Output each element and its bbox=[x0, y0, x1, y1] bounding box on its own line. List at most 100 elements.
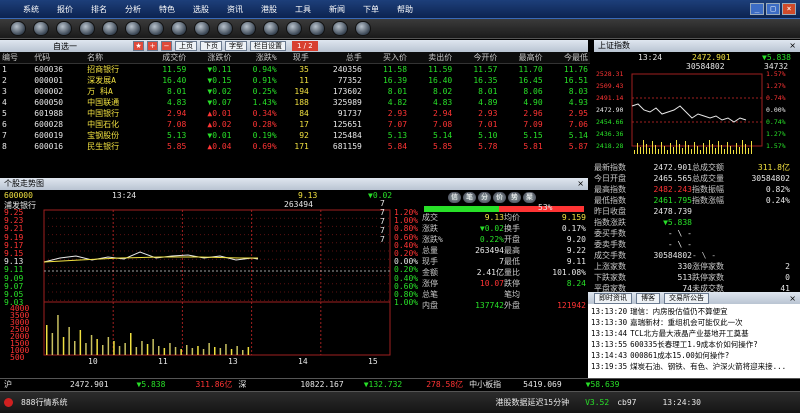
menu-item[interactable]: 新闻 bbox=[320, 4, 354, 15]
maximize-icon[interactable]: □ bbox=[766, 3, 780, 15]
menu-item[interactable]: 港股 bbox=[252, 4, 286, 15]
kline-icon[interactable] bbox=[125, 21, 141, 36]
column-header[interactable]: 现手 bbox=[278, 52, 311, 64]
news-time: 13:14:43 bbox=[591, 351, 628, 360]
quote-icon[interactable] bbox=[79, 21, 95, 36]
delete-icon[interactable]: − bbox=[161, 41, 172, 51]
quote-cell-no: 2 bbox=[2, 76, 7, 85]
menu-item[interactable]: 系统 bbox=[14, 4, 48, 15]
intraday-chart[interactable]: 600000 浦发银行 13:24 9.13 263494 ▼0.02 9.25… bbox=[0, 190, 420, 378]
back-icon[interactable] bbox=[10, 21, 26, 36]
column-header[interactable]: 总手 bbox=[310, 52, 364, 64]
column-header[interactable]: 名称 bbox=[85, 52, 144, 64]
column-header[interactable]: 涨跌价 bbox=[188, 52, 234, 64]
news-item[interactable]: 13:13:20 瑞信：内房股估值仍不算便宜 bbox=[591, 306, 797, 317]
volume-bar bbox=[102, 345, 104, 355]
close-icon[interactable]: × bbox=[782, 3, 796, 15]
volume-bar bbox=[96, 339, 98, 355]
menu-item[interactable]: 下单 bbox=[354, 4, 388, 15]
close-icon[interactable]: × bbox=[577, 178, 584, 190]
quote-cell-chg: ▼0.02 bbox=[207, 87, 232, 96]
quote-cell-chg: ▼0.15 bbox=[207, 76, 232, 85]
info-label: 涨跌% bbox=[422, 235, 443, 244]
column-header[interactable]: 涨跌% bbox=[233, 52, 279, 64]
home-icon[interactable] bbox=[56, 21, 72, 36]
news-icon[interactable] bbox=[171, 21, 187, 36]
info-icon[interactable] bbox=[148, 21, 164, 36]
close-icon[interactable]: × bbox=[789, 40, 796, 52]
quote-cell-vol: 188 bbox=[294, 98, 309, 107]
rank-icon[interactable] bbox=[194, 21, 210, 36]
news-tab[interactable]: 博客 bbox=[636, 292, 660, 304]
news-item[interactable]: 13:13:44 TCL北方最大液晶产业基地开工奠基 bbox=[591, 328, 797, 339]
news-item[interactable]: 13:14:43 000861成本15.00如何操作? bbox=[591, 350, 797, 361]
info-value: 0.17% bbox=[561, 224, 586, 233]
quote-row[interactable]: 5 601988 中国银行 2.94 ▲0.01 0.34% 84 91737 2.93 2.94… bbox=[0, 108, 590, 119]
news-item[interactable]: 13:13:55 600335长春理工1.9成本价如何操作? bbox=[591, 339, 797, 350]
volume-bar bbox=[186, 345, 188, 355]
column-header[interactable]: 卖出价 bbox=[409, 52, 455, 64]
news-item[interactable]: 13:19:35 煤炭石油、钢铁、有色、沪深火箭将迎来接... bbox=[591, 361, 797, 372]
info-tab[interactable]: 聚 bbox=[523, 192, 536, 203]
news-tab[interactable]: 即时资讯 bbox=[594, 292, 632, 304]
news-item[interactable]: 13:13:30 嘉瑞新材：重组机会可能仅此一次 bbox=[591, 317, 797, 328]
menu-item[interactable]: 特色 bbox=[150, 4, 184, 15]
chart-icon[interactable] bbox=[102, 21, 118, 36]
watchlist-select[interactable]: 自选一 bbox=[0, 41, 130, 52]
quote-row[interactable]: 7 600019 宝钢股份 5.13 ▼0.01 0.19% 92 125484 5.13 5.1… bbox=[0, 130, 590, 141]
menu-item[interactable]: 分析 bbox=[116, 4, 150, 15]
quote-row[interactable]: 3 000002 万 科A 8.01 ▼0.02 0.25% 194 173602 8.01 8.… bbox=[0, 86, 590, 97]
forward-icon[interactable] bbox=[33, 21, 49, 36]
quote-cell-code: 600028 bbox=[34, 120, 64, 129]
quote-row[interactable]: 4 600050 中国联通 4.83 ▼0.07 1.43% 188 325989 4.82 4.… bbox=[0, 97, 590, 108]
index-label bbox=[692, 239, 736, 250]
quote-cell-chg: ▼0.07 bbox=[207, 98, 232, 107]
column-header[interactable]: 最高价 bbox=[499, 52, 545, 64]
column-header[interactable]: 编号 bbox=[0, 52, 33, 64]
page-down-button[interactable]: 下页 bbox=[200, 41, 222, 51]
index-value bbox=[736, 217, 790, 228]
column-header[interactable]: 今最低 bbox=[544, 52, 590, 64]
quote-row[interactable]: 8 600016 民生银行 5.85 ▲0.04 0.69% 171 681159 5.84 5.… bbox=[0, 141, 590, 152]
quote-cell-pct: 0.91% bbox=[252, 76, 277, 85]
search-icon[interactable] bbox=[240, 21, 256, 36]
help-icon[interactable] bbox=[332, 21, 348, 36]
menu-item[interactable]: 工具 bbox=[286, 4, 320, 15]
add-icon[interactable]: + bbox=[147, 41, 158, 51]
f10-icon[interactable] bbox=[217, 21, 233, 36]
close-icon[interactable]: × bbox=[789, 294, 796, 303]
column-header[interactable]: 今开价 bbox=[454, 52, 500, 64]
info-tab[interactable]: 势 bbox=[508, 192, 521, 203]
news-tab[interactable]: 交易所公告 bbox=[664, 292, 709, 304]
column-header[interactable]: 成交价 bbox=[143, 52, 189, 64]
page-up-button[interactable]: 上页 bbox=[175, 41, 197, 51]
star-icon[interactable]: ★ bbox=[133, 41, 144, 51]
print-icon[interactable] bbox=[263, 21, 279, 36]
menu-item[interactable]: 报价 bbox=[48, 4, 82, 15]
column-header[interactable]: 代码 bbox=[32, 52, 86, 64]
trade-icon[interactable] bbox=[309, 21, 325, 36]
info-tab[interactable]: 分 bbox=[478, 192, 491, 203]
column-settings-button[interactable]: 栏目设置 bbox=[250, 41, 286, 51]
minimize-icon[interactable]: _ bbox=[750, 3, 764, 15]
quote-row[interactable]: 6 600028 中国石化 7.08 ▲0.02 0.28% 17 125651 7.07 7.0… bbox=[0, 119, 590, 130]
quote-row[interactable]: 1 600036 招商银行 11.59 ▼0.11 0.94% 35 240356 11.58 1… bbox=[0, 64, 590, 76]
index-chart[interactable]: 13:24 2472.901 ▼5.838 30584802 34732 252… bbox=[594, 52, 800, 162]
quote-row[interactable]: 2 000001 深发展A 16.40 ▼0.15 0.91% 11 77352 16.39 16… bbox=[0, 75, 590, 86]
column-header[interactable]: 买入价 bbox=[363, 52, 410, 64]
index-label: 委卖手数 bbox=[594, 240, 626, 249]
exit-icon[interactable] bbox=[355, 21, 371, 36]
index-pct-label: 1.27% bbox=[766, 130, 786, 138]
info-tab[interactable]: 信 bbox=[448, 192, 461, 203]
quote-cell-low: 8.03 bbox=[568, 87, 588, 96]
quote-cell-pct: 0.94% bbox=[252, 65, 277, 74]
font-button[interactable]: 字型 bbox=[225, 41, 247, 51]
info-tab[interactable]: 价 bbox=[493, 192, 506, 203]
menu-item[interactable]: 资讯 bbox=[218, 4, 252, 15]
menu-item[interactable]: 帮助 bbox=[388, 4, 422, 15]
news-title: 煤炭石油、钢铁、有色、沪深火箭将迎来接... bbox=[630, 362, 787, 371]
settings-icon[interactable] bbox=[286, 21, 302, 36]
info-tab[interactable]: 笔 bbox=[463, 192, 476, 203]
menu-item[interactable]: 排名 bbox=[82, 4, 116, 15]
menu-item[interactable]: 选股 bbox=[184, 4, 218, 15]
